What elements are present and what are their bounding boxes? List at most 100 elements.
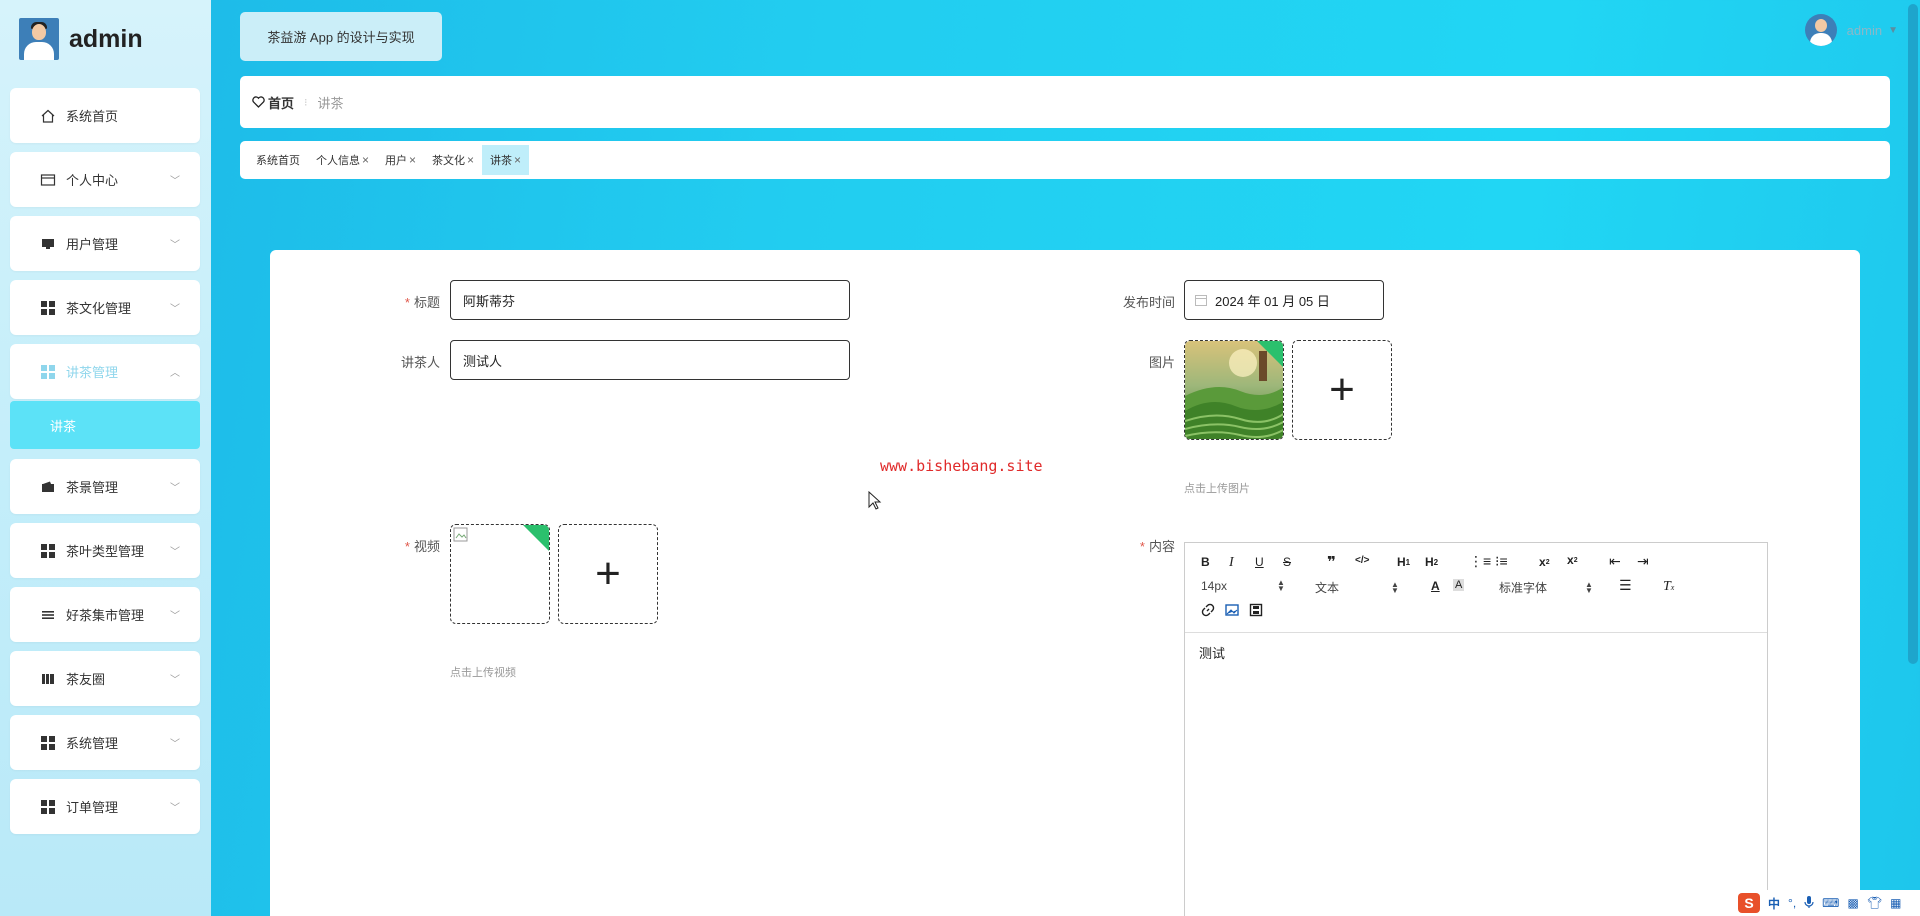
italic-icon[interactable]: I: [1229, 555, 1234, 571]
ordered-list-icon[interactable]: ⋮≡: [1469, 553, 1491, 570]
sidebar-item-personal[interactable]: 个人中心 ﹀: [10, 152, 200, 207]
clear-format-icon[interactable]: Tx: [1663, 579, 1674, 595]
image-thumbnail[interactable]: [1184, 340, 1284, 440]
speaker-input[interactable]: 测试人: [450, 340, 850, 380]
tab-home[interactable]: 系统首页: [248, 145, 308, 175]
skin-icon[interactable]: ▩: [1847, 896, 1858, 910]
app-title: 茶益游 App 的设计与实现: [240, 12, 442, 61]
sogou-ime-icon[interactable]: S: [1738, 893, 1760, 913]
plus-icon: +: [595, 549, 621, 598]
font-size-select[interactable]: 14px ▲ ▼: [1201, 579, 1285, 594]
chevron-down-icon: ﹀: [170, 176, 180, 187]
sidebar-item-tea-types[interactable]: 茶叶类型管理 ﹀: [10, 523, 200, 578]
editor-content[interactable]: 测试: [1185, 633, 1767, 672]
apps-icon[interactable]: ▦: [1890, 896, 1901, 910]
wallet-icon: [40, 480, 56, 494]
punctuation-icon[interactable]: °,: [1788, 896, 1796, 910]
align-icon[interactable]: ☰: [1619, 577, 1632, 594]
heart-icon: [252, 96, 265, 108]
bold-icon[interactable]: B: [1201, 555, 1210, 569]
select-arrows-icon: ▲ ▼: [1585, 579, 1593, 595]
breadcrumb: 首页 ⁝ 讲茶: [240, 76, 1890, 128]
chevron-down-icon: ﹀: [170, 240, 180, 251]
superscript-icon[interactable]: x2: [1567, 553, 1578, 567]
title-label: * 标题: [404, 295, 440, 310]
chevron-down-icon: ﹀: [170, 611, 180, 622]
background-color-icon[interactable]: A: [1453, 579, 1465, 591]
sidebar-item-tea-talk[interactable]: 讲茶管理 ︿: [10, 344, 200, 399]
close-icon[interactable]: ×: [362, 153, 369, 167]
tab-users[interactable]: 用户 ×: [377, 145, 424, 175]
close-icon[interactable]: ×: [514, 153, 521, 167]
user-menu[interactable]: admin ▼: [1804, 14, 1898, 46]
code-block-icon[interactable]: </>: [1355, 555, 1369, 566]
subscript-icon[interactable]: x2: [1539, 555, 1550, 569]
text-type-select[interactable]: 文本 ▲ ▼: [1315, 579, 1399, 596]
chevron-down-icon: ﹀: [170, 304, 180, 315]
sidebar-item-label: 茶景管理: [66, 480, 119, 495]
brand-name: admin: [69, 24, 143, 53]
scrollbar-thumb[interactable]: [1908, 4, 1918, 664]
font-family-select[interactable]: 标准字体 ▲ ▼: [1499, 579, 1593, 596]
indent-icon[interactable]: ⇥: [1637, 553, 1649, 570]
sidebar-item-tea-culture[interactable]: 茶文化管理 ﹀: [10, 280, 200, 335]
sidebar-subitem-tea-talk[interactable]: 讲茶: [10, 401, 200, 449]
keyboard-icon[interactable]: ⌨: [1822, 896, 1839, 910]
sidebar-item-users[interactable]: 用户管理 ﹀: [10, 216, 200, 271]
close-icon[interactable]: ×: [467, 153, 474, 167]
shirt-icon[interactable]: 👕︎: [1867, 896, 1882, 910]
heading2-icon[interactable]: H2: [1425, 555, 1438, 569]
sidebar-item-label: 茶叶类型管理: [66, 544, 145, 559]
speaker-label: 讲茶人: [400, 355, 440, 370]
video-upload-button[interactable]: +: [558, 524, 658, 624]
chevron-down-icon: ﹀: [170, 739, 180, 750]
chevron-down-icon: ﹀: [170, 675, 180, 686]
sidebar-item-tea-scenery[interactable]: 茶景管理 ﹀: [10, 459, 200, 514]
page-scrollbar[interactable]: [1904, 0, 1920, 916]
publish-date-picker[interactable]: 2024 年 01 月 05 日: [1184, 280, 1384, 320]
title-input[interactable]: 阿斯蒂芬: [450, 280, 850, 320]
grid-icon: [40, 543, 56, 558]
chevron-down-icon: ﹀: [170, 483, 180, 494]
ime-toolbar: S 中 °, ⌨ ▩ 👕︎ ▦: [1732, 890, 1920, 916]
sidebar-item-system[interactable]: 系统管理 ﹀: [10, 715, 200, 770]
chevron-down-icon: ﹀: [170, 803, 180, 814]
tab-personal-info[interactable]: 个人信息 ×: [308, 145, 377, 175]
image-insert-icon[interactable]: [1225, 603, 1239, 617]
breadcrumb-home[interactable]: 首页: [252, 93, 294, 112]
video-thumbnail[interactable]: [450, 524, 550, 624]
upload-success-badge: [523, 525, 549, 551]
strikethrough-icon[interactable]: S: [1283, 555, 1291, 569]
brand: admin: [19, 18, 143, 60]
select-arrows-icon: ▲ ▼: [1391, 579, 1399, 595]
bullet-list-icon[interactable]: ⁝≡: [1495, 553, 1508, 570]
video-insert-icon[interactable]: [1249, 603, 1263, 617]
outdent-icon[interactable]: ⇤: [1609, 553, 1621, 570]
tab-label: 用户: [385, 155, 408, 167]
link-icon[interactable]: [1201, 603, 1215, 617]
close-icon[interactable]: ×: [409, 153, 416, 167]
font-color-icon[interactable]: A: [1431, 579, 1440, 593]
sidebar-item-tea-circle[interactable]: 茶友圈 ﹀: [10, 651, 200, 706]
rich-text-editor[interactable]: B I U S ❞ </> H1 H2 ⋮≡ ⁝≡ x2 x2 ⇤ ⇥ 14px…: [1184, 542, 1768, 916]
tab-tea-talk[interactable]: 讲茶 ×: [482, 145, 530, 175]
underline-icon[interactable]: U: [1255, 555, 1264, 569]
heading1-icon[interactable]: H1: [1397, 555, 1410, 569]
sidebar-item-label: 茶友圈: [66, 672, 106, 687]
video-upload-hint: 点击上传视频: [450, 667, 516, 679]
image-upload-button[interactable]: +: [1292, 340, 1392, 440]
home-icon: [40, 109, 56, 123]
microphone-icon[interactable]: [1804, 895, 1814, 912]
broken-image-icon: [453, 527, 468, 542]
ime-language[interactable]: 中: [1768, 895, 1780, 912]
sidebar-item-label: 订单管理: [66, 800, 119, 815]
sidebar-item-tea-market[interactable]: 好茶集市管理 ﹀: [10, 587, 200, 642]
app-title-text: 茶益游 App 的设计与实现: [267, 30, 415, 45]
font-family-value: 标准字体: [1499, 581, 1548, 595]
sidebar-item-home[interactable]: 系统首页: [10, 88, 200, 143]
sidebar: admin 系统首页 个人中心 ﹀ 用户管理 ﹀ 茶文化管理 ﹀ 讲茶管理 ︿ …: [0, 0, 211, 916]
mouse-cursor-icon: [868, 491, 882, 510]
blockquote-icon[interactable]: ❞: [1327, 553, 1336, 571]
sidebar-item-orders[interactable]: 订单管理 ﹀: [10, 779, 200, 834]
tab-tea-culture[interactable]: 茶文化 ×: [424, 145, 482, 175]
